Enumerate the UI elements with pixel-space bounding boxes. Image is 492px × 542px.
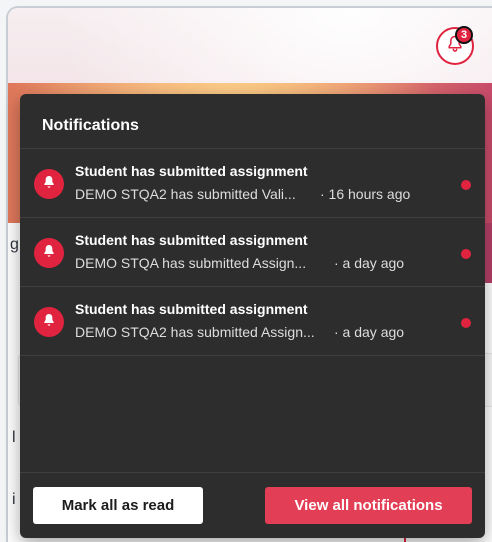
unread-indicator xyxy=(461,180,471,190)
notification-count-badge: 3 xyxy=(455,26,473,44)
notification-avatar xyxy=(34,307,64,337)
notification-time: · 16 hours ago xyxy=(320,186,411,202)
notification-item[interactable]: Student has submitted assignment DEMO ST… xyxy=(20,217,485,286)
mark-all-read-button[interactable]: Mark all as read xyxy=(33,487,203,524)
panel-title: Notifications xyxy=(42,117,139,134)
background-text-fragment: g xyxy=(10,236,19,253)
notification-message: DEMO STQA2 has submitted Vali... xyxy=(75,186,296,202)
bell-icon xyxy=(41,243,57,263)
bell-icon xyxy=(41,312,57,332)
notification-message: DEMO STQA has submitted Assign... xyxy=(75,255,307,271)
unread-indicator xyxy=(461,318,471,328)
notifications-panel: Notifications Student has submitted assi… xyxy=(20,94,485,538)
notification-avatar xyxy=(34,169,64,199)
notification-title: Student has submitted assignment xyxy=(75,301,308,317)
notification-title: Student has submitted assignment xyxy=(75,232,308,248)
background-text-fragment: i xyxy=(12,491,16,508)
notification-title: Student has submitted assignment xyxy=(75,163,308,179)
bell-icon xyxy=(41,174,57,194)
notification-message: DEMO STQA2 has submitted Assign... xyxy=(75,324,315,340)
list-divider xyxy=(20,355,485,356)
notification-time: · a day ago xyxy=(334,255,405,271)
notification-time: · a day ago xyxy=(334,324,405,340)
view-all-notifications-button[interactable]: View all notifications xyxy=(265,487,472,524)
notification-item[interactable]: Student has submitted assignment DEMO ST… xyxy=(20,148,485,217)
unread-indicator xyxy=(461,249,471,259)
footer-divider xyxy=(20,472,485,473)
background-text-fragment: l xyxy=(12,429,16,446)
notification-avatar xyxy=(34,238,64,268)
notification-item[interactable]: Student has submitted assignment DEMO ST… xyxy=(20,286,485,355)
